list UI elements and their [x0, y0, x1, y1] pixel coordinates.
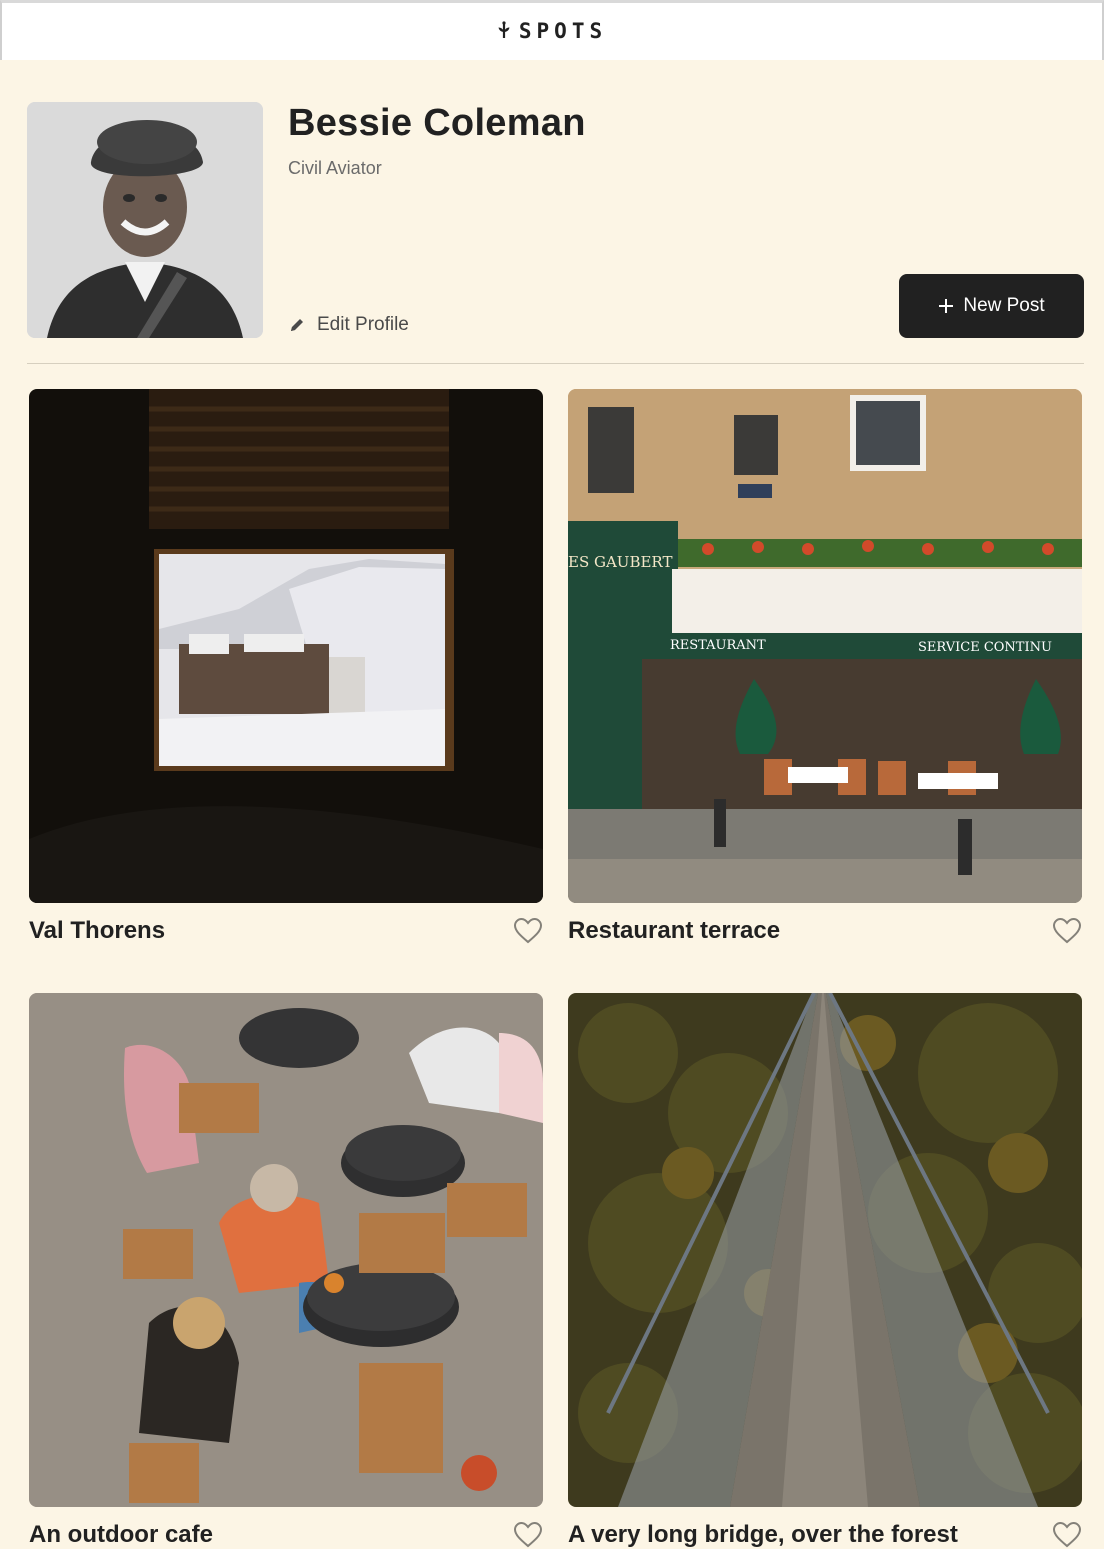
new-post-button[interactable]: New Post — [899, 274, 1084, 338]
profile-section: Bessie Coleman Civil Aviator Edit Profil… — [27, 102, 1084, 340]
pencil-icon — [291, 319, 303, 331]
card-footer: Val Thorens — [29, 917, 543, 945]
edit-profile-button[interactable]: Edit Profile — [288, 314, 409, 336]
heart-icon[interactable] — [1052, 1521, 1082, 1549]
svg-text:SERVICE CONTINU: SERVICE CONTINU — [918, 640, 1052, 655]
avatar — [27, 102, 263, 338]
divider — [27, 363, 1084, 364]
card-footer: An outdoor cafe — [29, 1521, 543, 1549]
edit-profile-label: Edit Profile — [317, 314, 409, 335]
card-image[interactable] — [29, 389, 543, 903]
heart-icon[interactable] — [513, 1521, 543, 1549]
new-post-label: New Post — [963, 295, 1045, 316]
card: RESTAURANT SERVICE CONTINU ES GAUBERT Re… — [568, 389, 1082, 944]
card-title: A very long bridge, over the forest — [568, 1521, 958, 1548]
card-image[interactable] — [568, 993, 1082, 1507]
card-footer: A very long bridge, over the forest — [568, 1521, 1082, 1549]
main-content: Bessie Coleman Civil Aviator Edit Profil… — [0, 60, 1104, 1548]
card-title: An outdoor cafe — [29, 1521, 213, 1548]
card-image[interactable]: RESTAURANT SERVICE CONTINU ES GAUBERT — [568, 389, 1082, 903]
plus-icon — [939, 299, 954, 313]
heart-icon[interactable] — [513, 917, 543, 945]
sprout-icon — [498, 20, 510, 38]
svg-text:ES GAUBERT: ES GAUBERT — [568, 553, 672, 571]
card: A very long bridge, over the forest — [568, 993, 1082, 1548]
logo-text: SPOTS — [518, 18, 608, 43]
svg-text:RESTAURANT: RESTAURANT — [670, 638, 766, 653]
logo[interactable]: SPOTS — [497, 19, 607, 43]
card-title: Restaurant terrace — [568, 917, 781, 944]
heart-icon[interactable] — [1052, 917, 1082, 945]
top-bar: SPOTS — [0, 0, 1104, 60]
card-footer: Restaurant terrace — [568, 917, 1082, 945]
profile-name: Bessie Coleman — [288, 102, 586, 144]
card: An outdoor cafe — [29, 993, 543, 1548]
card: Val Thorens — [29, 389, 543, 944]
card-title: Val Thorens — [29, 917, 166, 944]
card-image[interactable] — [29, 993, 543, 1507]
profile-role: Civil Aviator — [288, 158, 382, 178]
